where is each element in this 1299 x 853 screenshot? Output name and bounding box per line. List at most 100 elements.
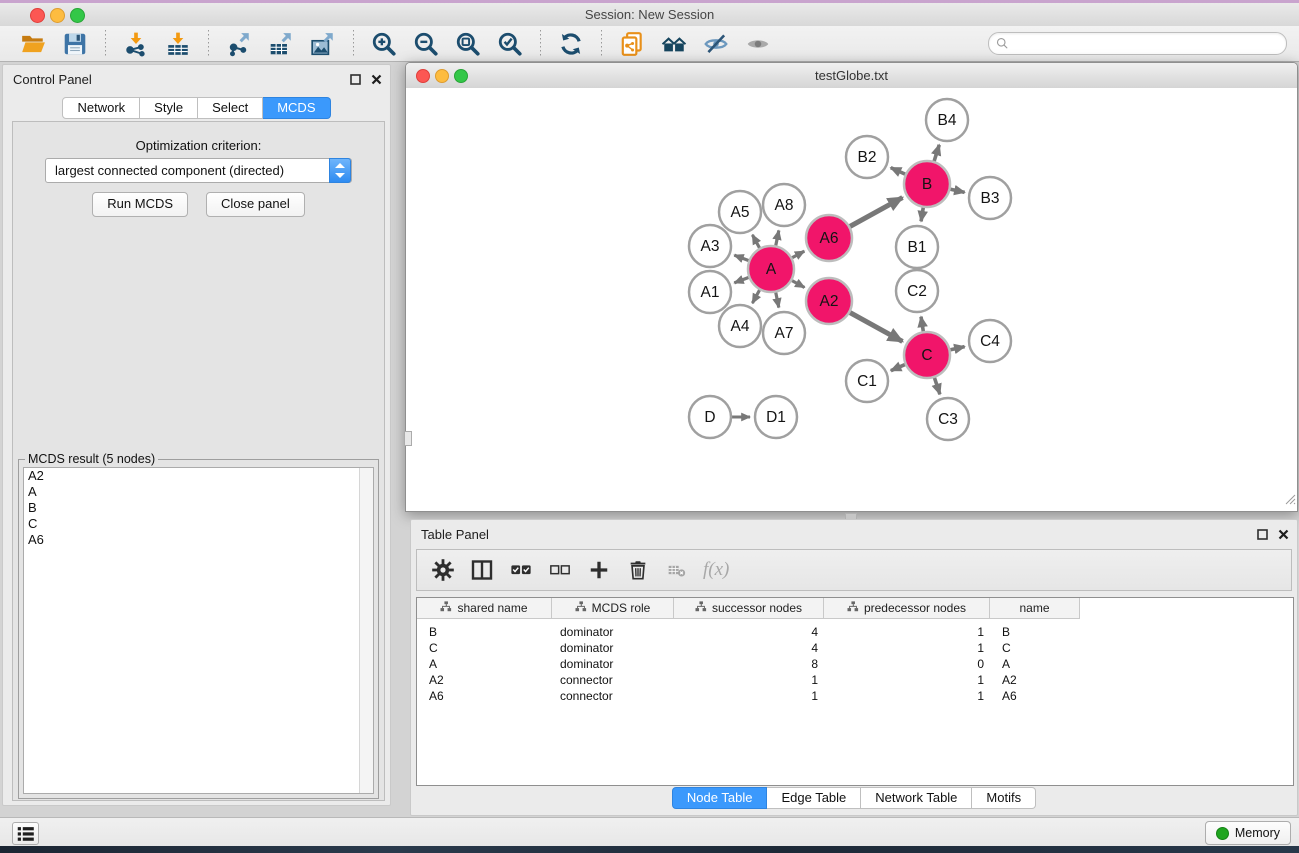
table-cell[interactable]: A6 (417, 689, 552, 703)
settings-gear-icon[interactable] (430, 557, 456, 583)
export-network-icon[interactable] (223, 29, 255, 59)
resize-grip-icon[interactable] (1283, 492, 1296, 510)
graph-node-C3[interactable]: C3 (927, 398, 969, 440)
table-cell[interactable]: dominator (552, 641, 674, 655)
delete-column-icon[interactable] (625, 557, 651, 583)
table-cell[interactable]: 4 (674, 625, 824, 639)
table-cell[interactable]: 8 (674, 657, 824, 671)
result-list-item[interactable]: A2 (24, 468, 373, 484)
graph-node-C4[interactable]: C4 (969, 320, 1011, 362)
graph-node-A[interactable]: A (748, 246, 794, 292)
zoom-fit-icon[interactable] (452, 29, 484, 59)
table-cell[interactable]: 1 (824, 641, 990, 655)
tab-network-table[interactable]: Network Table (861, 787, 972, 809)
graph-node-A5[interactable]: A5 (719, 191, 761, 233)
table-cell[interactable]: A2 (990, 673, 1080, 687)
table-cell[interactable]: dominator (552, 657, 674, 671)
network-window-titlebar[interactable]: testGlobe.txt (406, 63, 1297, 89)
table-cell[interactable]: A6 (990, 689, 1080, 703)
close-icon[interactable] (371, 72, 382, 90)
window-edge-grip[interactable] (404, 431, 412, 446)
float-icon[interactable] (1257, 527, 1268, 545)
column-header-name[interactable]: name (990, 598, 1080, 619)
import-network-icon[interactable] (120, 29, 152, 59)
table-cell[interactable]: 1 (824, 625, 990, 639)
table-cell[interactable]: A (990, 657, 1080, 671)
split-panel-icon[interactable] (469, 557, 495, 583)
optimization-criterion-select[interactable]: largest connected component (directed) (45, 158, 352, 183)
graph-node-B2[interactable]: B2 (846, 136, 888, 178)
zoom-in-icon[interactable] (368, 29, 400, 59)
result-list-item[interactable]: C (24, 516, 373, 532)
graph-node-A2[interactable]: A2 (806, 278, 852, 324)
search-box[interactable] (988, 32, 1287, 55)
graph-node-C1[interactable]: C1 (846, 360, 888, 402)
table-cell[interactable]: 1 (674, 673, 824, 687)
select-all-icon[interactable] (508, 557, 534, 583)
graph-node-D1[interactable]: D1 (755, 396, 797, 438)
column-header-successor-nodes[interactable]: successor nodes (674, 598, 824, 619)
import-table-icon[interactable] (162, 29, 194, 59)
show-all-icon[interactable] (742, 29, 774, 59)
table-cell[interactable]: connector (552, 673, 674, 687)
table-cell[interactable]: 1 (674, 689, 824, 703)
table-cell[interactable]: 4 (674, 641, 824, 655)
table-cell[interactable]: 1 (824, 673, 990, 687)
graph-node-A7[interactable]: A7 (763, 312, 805, 354)
result-list-item[interactable]: A6 (24, 532, 373, 548)
graph-node-A8[interactable]: A8 (763, 184, 805, 226)
main-titlebar[interactable]: Session: New Session (0, 3, 1299, 27)
graph-node-B4[interactable]: B4 (926, 99, 968, 141)
table-cell[interactable]: A2 (417, 673, 552, 687)
tab-style[interactable]: Style (140, 97, 198, 119)
table-cell[interactable]: connector (552, 689, 674, 703)
result-list-item[interactable]: A (24, 484, 373, 500)
graph-node-A6[interactable]: A6 (806, 215, 852, 261)
select-stepper[interactable] (329, 158, 351, 183)
graph-node-B3[interactable]: B3 (969, 177, 1011, 219)
column-header-predecessor-nodes[interactable]: predecessor nodes (824, 598, 990, 619)
hide-selected-icon[interactable] (700, 29, 732, 59)
graph-node-D[interactable]: D (689, 396, 731, 438)
deselect-all-icon[interactable] (547, 557, 573, 583)
open-folder-icon[interactable] (17, 29, 49, 59)
result-list-scrollbar[interactable] (359, 468, 373, 793)
refresh-icon[interactable] (555, 29, 587, 59)
graph-node-B[interactable]: B (904, 161, 950, 207)
search-input[interactable] (1013, 34, 1279, 53)
table-cell[interactable]: 0 (824, 657, 990, 671)
graph-node-C2[interactable]: C2 (896, 270, 938, 312)
table-cell[interactable]: C (990, 641, 1080, 655)
graph-node-C[interactable]: C (904, 332, 950, 378)
tab-edge-table[interactable]: Edge Table (767, 787, 861, 809)
network-canvas[interactable]: B4B2BB3A5A8A6B1A3AC2A1A2A4A7C4CC1C3DD1 (406, 88, 1297, 511)
table-cell[interactable]: C (417, 641, 552, 655)
save-icon[interactable] (59, 29, 91, 59)
memory-button[interactable]: Memory (1205, 821, 1291, 845)
graph-node-B1[interactable]: B1 (896, 226, 938, 268)
clone-network-icon[interactable] (616, 29, 648, 59)
run-mcds-button[interactable]: Run MCDS (92, 192, 188, 217)
close-icon[interactable] (1278, 527, 1289, 545)
neighbors-home-icon[interactable] (658, 29, 690, 59)
export-image-icon[interactable] (307, 29, 339, 59)
zoom-out-icon[interactable] (410, 29, 442, 59)
table-cell[interactable]: 1 (824, 689, 990, 703)
column-header-shared-name[interactable]: shared name (417, 598, 552, 619)
table-cell[interactable]: dominator (552, 625, 674, 639)
tab-motifs[interactable]: Motifs (972, 787, 1036, 809)
table-cell[interactable]: B (417, 625, 552, 639)
zoom-selected-icon[interactable] (494, 29, 526, 59)
graph-node-A4[interactable]: A4 (719, 305, 761, 347)
tab-select[interactable]: Select (198, 97, 263, 119)
table-cell[interactable]: B (990, 625, 1080, 639)
task-history-button[interactable] (12, 822, 39, 845)
float-icon[interactable] (350, 72, 361, 90)
tab-mcds[interactable]: MCDS (263, 97, 330, 119)
add-column-icon[interactable] (586, 557, 612, 583)
table-cell[interactable]: A (417, 657, 552, 671)
graph-node-A1[interactable]: A1 (689, 271, 731, 313)
export-table-icon[interactable] (265, 29, 297, 59)
tab-node-table[interactable]: Node Table (672, 787, 768, 809)
result-list-item[interactable]: B (24, 500, 373, 516)
